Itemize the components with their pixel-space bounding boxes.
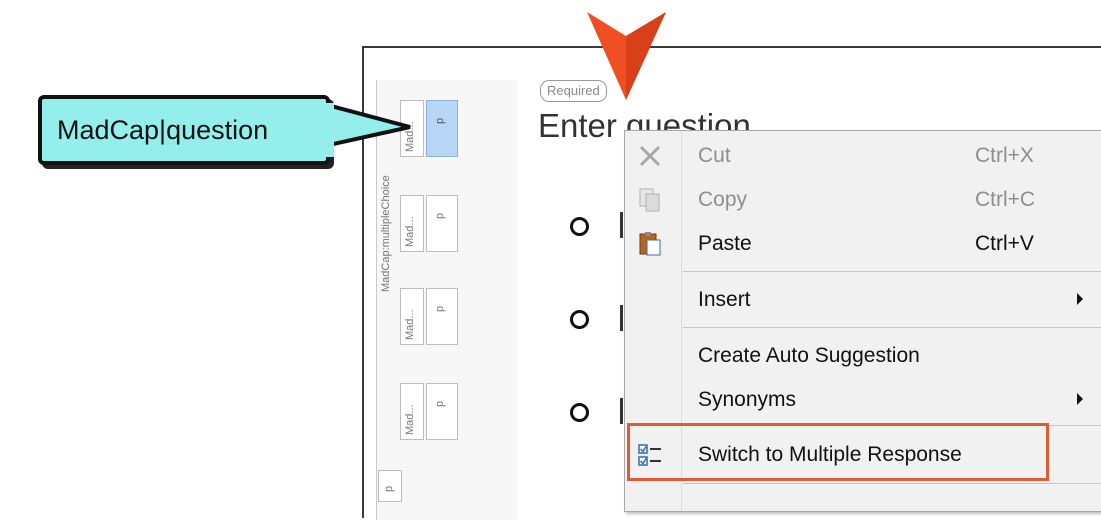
menu-item-shortcut: Ctrl+V xyxy=(975,232,1034,255)
submenu-arrow-icon xyxy=(1077,293,1083,305)
callout-box: MadCap|question xyxy=(38,95,330,165)
paste-icon xyxy=(639,232,661,256)
callout-text: MadCap|question xyxy=(57,115,269,145)
menu-item-label: Synonyms xyxy=(698,388,797,411)
pointer-arrow-icon xyxy=(587,12,666,100)
submenu-arrow-icon xyxy=(1077,393,1083,405)
copy-icon xyxy=(639,188,660,212)
menu-item-label: Create Auto Suggestion xyxy=(698,344,920,367)
answer-radio-1[interactable] xyxy=(570,217,589,236)
menu-item-shortcut: Ctrl+C xyxy=(975,188,1036,211)
menu-item-copy[interactable]: Copy Ctrl+C xyxy=(625,179,1101,219)
menu-item-cut[interactable]: Cut Ctrl+X xyxy=(625,135,1101,175)
structure-cell-label: Mad... xyxy=(404,309,416,340)
menu-item-label: Insert xyxy=(698,288,751,311)
answer-text-cursor[interactable] xyxy=(620,305,623,331)
scissors-icon xyxy=(639,145,661,167)
structure-cell-tag: p xyxy=(434,305,446,312)
highlight-box xyxy=(627,423,1049,481)
structure-cell-tag: p xyxy=(434,117,446,124)
menu-item-insert[interactable]: Insert xyxy=(625,279,1101,319)
structure-cell-tag: p xyxy=(434,400,446,407)
menu-separator xyxy=(683,271,1101,272)
answer-radio-3[interactable] xyxy=(570,403,589,422)
menu-item-synonyms[interactable]: Synonyms xyxy=(625,379,1101,419)
menu-separator xyxy=(683,483,1101,484)
menu-item-label: Cut xyxy=(698,144,731,167)
answer-radio-2[interactable] xyxy=(570,310,589,329)
structure-cell-tag: p xyxy=(434,212,446,219)
structure-cell-label: Mad... xyxy=(404,404,416,435)
menu-item-create-auto-suggestion[interactable]: Create Auto Suggestion xyxy=(625,335,1101,375)
menu-separator xyxy=(683,327,1101,328)
answer-text-cursor[interactable] xyxy=(620,398,623,424)
structure-cell-label: Mad... xyxy=(404,216,416,247)
structure-cell-tag: p xyxy=(383,485,395,492)
menu-item-shortcut: Ctrl+X xyxy=(975,144,1034,167)
answer-text-cursor[interactable] xyxy=(620,212,623,238)
callout-seam xyxy=(320,103,334,157)
menu-item-paste[interactable]: Paste Ctrl+V xyxy=(625,223,1101,263)
menu-item-label: Paste xyxy=(698,232,752,255)
menu-item-label: Copy xyxy=(698,188,748,211)
